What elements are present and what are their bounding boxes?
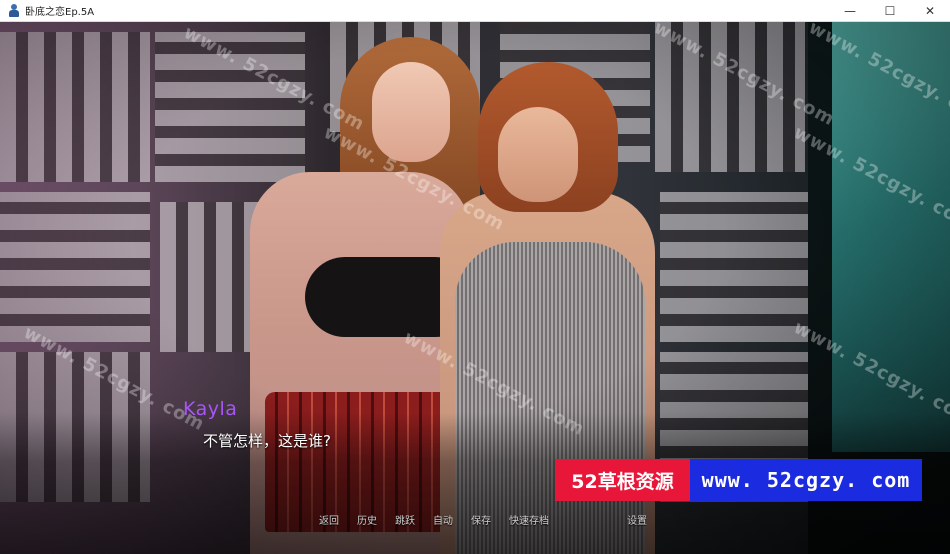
minimize-icon: — [844, 4, 856, 18]
app-icon [9, 4, 19, 17]
quick-menu-settings-button[interactable]: 设置 [618, 513, 656, 531]
minimize-button[interactable]: — [830, 0, 870, 22]
close-button[interactable]: ✕ [910, 0, 950, 22]
banner-site-url: www. 52cgzy. com [690, 459, 922, 501]
quick-menu-hidden-item[interactable] [558, 513, 618, 531]
window-title: 卧底之恋Ep.5A [25, 7, 95, 18]
maximize-icon: ☐ [884, 4, 896, 18]
quick-menu-auto-button[interactable]: 自动 [424, 513, 462, 531]
speaker-name: Kayla [183, 398, 238, 420]
quick-menu: 返回 历史 跳跃 自动 保存 快速存档 设置 [310, 513, 656, 531]
watermark-banner: 52草根资源 www. 52cgzy. com [555, 459, 922, 501]
quick-menu-back-button[interactable]: 返回 [310, 513, 348, 531]
quick-menu-skip-button[interactable]: 跳跃 [386, 513, 424, 531]
window-title-bar: 卧底之恋Ep.5A — ☐ ✕ [0, 0, 950, 22]
close-icon: ✕ [924, 4, 936, 18]
quick-menu-quicksave-button[interactable]: 快速存档 [500, 513, 558, 531]
window-controls: — ☐ ✕ [830, 0, 950, 22]
maximize-button[interactable]: ☐ [870, 0, 910, 22]
banner-site-name: 52草根资源 [555, 459, 690, 501]
quick-menu-save-button[interactable]: 保存 [462, 513, 500, 531]
dialogue-text: 不管怎样，这是谁? [203, 432, 331, 450]
quick-menu-history-button[interactable]: 历史 [348, 513, 386, 531]
